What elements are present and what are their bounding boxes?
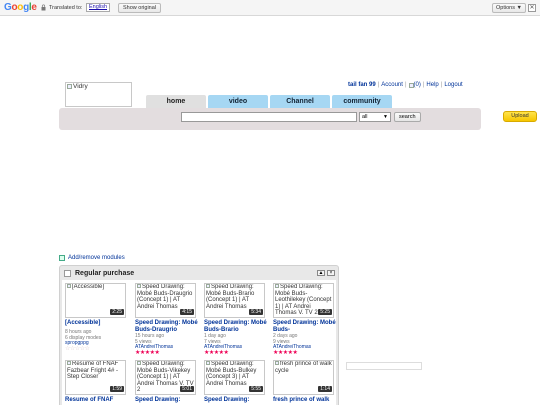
module-minimize-icon[interactable]: ▲ — [317, 270, 325, 276]
video-card[interactable]: Speed Drawing: Mobé Buds-Draugrio (Conce… — [135, 283, 199, 357]
broken-image-icon — [275, 284, 279, 289]
duration-badge: 2:25 — [110, 309, 124, 315]
username-link[interactable]: tail fan 99 — [348, 82, 376, 88]
upload-button[interactable]: Upload — [503, 111, 537, 122]
module-title: Regular purchase — [75, 270, 135, 277]
thumbnail-alt-text: Speed Drawing: Mobé Buds-Bulkey (Concept… — [206, 361, 257, 387]
video-card[interactable]: [Accessible] 2:25 [Accessible] 8 hours a… — [65, 283, 129, 357]
translate-bar: Google Translated to: English Show origi… — [0, 0, 540, 16]
broken-image-icon — [206, 284, 210, 289]
duration-badge: 5:55 — [249, 386, 263, 392]
site-logo[interactable]: Vidry — [65, 82, 132, 107]
module-close-icon[interactable]: × — [327, 270, 335, 276]
video-title[interactable]: Speed Drawing: — [135, 397, 199, 404]
video-thumbnail[interactable]: Speed Drawing: Mobé Buds-Bulkey (Concept… — [204, 360, 265, 395]
video-title[interactable]: Speed Drawing: Mobé Buds-Brario — [204, 320, 268, 333]
search-bar: all ▼ search Upload — [59, 108, 537, 130]
logo-alt-text: Vidry — [73, 83, 88, 90]
broken-image-icon — [67, 84, 72, 89]
duration-badge: 4:15 — [180, 309, 194, 315]
video-thumbnail[interactable]: Resume of FNAF Fazbear Fright 4# - Step … — [65, 360, 126, 395]
video-title[interactable]: Speed Drawing: Mobé Buds- — [273, 320, 337, 333]
video-thumbnail[interactable]: [Accessible] 2:25 — [65, 283, 126, 318]
account-link[interactable]: Account — [381, 82, 403, 88]
modules-icon — [59, 255, 65, 261]
video-title[interactable]: Resume of FNAF — [65, 397, 129, 404]
duration-badge: 5:34 — [249, 309, 263, 315]
video-grid: [Accessible] 2:25 [Accessible] 8 hours a… — [62, 280, 336, 405]
broken-image-icon — [137, 284, 141, 289]
nav-separator: | — [422, 82, 425, 88]
main-tabs: home video Channel community — [146, 95, 392, 108]
broken-image-icon — [67, 361, 71, 366]
inbox-count-link[interactable]: (0) — [414, 82, 421, 88]
google-logo[interactable]: Google — [4, 2, 37, 13]
video-title[interactable]: Speed Drawing: — [204, 397, 268, 404]
video-title[interactable]: fresh prince of walk — [273, 397, 337, 404]
thumbnail-alt-text: Speed Drawing: Mobé Buds-Draugrio (Conce… — [137, 284, 193, 310]
thumbnail-alt-text: [Accessible] — [72, 284, 105, 290]
video-thumbnail[interactable]: Speed Drawing: Mobé Buds-Draugrio (Conce… — [135, 283, 196, 318]
duration-badge: 1:59 — [110, 386, 124, 392]
nav-separator: | — [377, 82, 380, 88]
rating-stars: ☆☆☆☆☆ — [65, 346, 90, 352]
search-scope-select[interactable]: all ▼ — [359, 112, 391, 122]
tab-channel[interactable]: Channel — [270, 95, 330, 108]
logout-link[interactable]: Logout — [444, 82, 462, 88]
user-nav: tail fan 99 | Account | (0) | Help | Log… — [348, 82, 463, 88]
options-button[interactable]: Options ▼ — [492, 3, 526, 13]
thumbnail-alt-text: Resume of FNAF Fazbear Fright 4# - Step … — [67, 361, 119, 380]
show-original-button[interactable]: Show original — [118, 3, 162, 13]
duration-badge: 5:25 — [318, 309, 332, 315]
regular-purchase-module: Regular purchase ▲ × [Accessible] 2:25 [… — [59, 265, 339, 405]
tab-community[interactable]: community — [332, 95, 392, 108]
video-thumbnail[interactable]: Speed Drawing: Mobé Buds-Leothilekey (Co… — [273, 283, 334, 318]
thumbnail-alt-text: fresh prince of walk cycle — [275, 361, 332, 374]
video-thumbnail[interactable]: fresh prince of walk cycle 1:14 — [273, 360, 334, 395]
video-card[interactable]: fresh prince of walk cycle 1:14 fresh pr… — [273, 360, 337, 405]
sidebar-empty-module — [346, 362, 422, 370]
video-title[interactable]: Speed Drawing: Mobé Buds-Draugrio — [135, 320, 199, 333]
close-icon[interactable]: ✕ — [528, 4, 536, 12]
duration-badge: 1:14 — [318, 386, 332, 392]
module-header: Regular purchase ▲ × — [64, 268, 336, 279]
search-button[interactable]: search — [394, 112, 421, 122]
video-thumbnail[interactable]: Speed Drawing: Mobé Buds-Vikekey (Concep… — [135, 360, 196, 395]
add-remove-modules-link[interactable]: Add/remove modules — [59, 255, 125, 261]
thumbnail-alt-text: Speed Drawing: Mobé Buds-Brario (Concept… — [206, 284, 255, 310]
modules-link-label: Add/remove modules — [68, 255, 125, 261]
broken-image-icon — [137, 361, 141, 366]
module-collapse-icon[interactable] — [64, 270, 71, 277]
rating-stars: ★★★★★ — [273, 350, 298, 356]
search-input[interactable] — [181, 112, 357, 122]
search-scope-value: all — [362, 114, 368, 120]
nav-separator: | — [404, 82, 407, 88]
tab-home[interactable]: home — [146, 95, 206, 108]
video-thumbnail[interactable]: Speed Drawing: Mobé Buds-Brario (Concept… — [204, 283, 265, 318]
broken-image-icon — [67, 284, 71, 289]
lock-icon — [41, 4, 46, 11]
tab-video[interactable]: video — [208, 95, 268, 108]
video-card[interactable]: Speed Drawing: Mobé Buds-Brario (Concept… — [204, 283, 268, 357]
broken-image-icon — [206, 361, 210, 366]
translated-to-label: Translated to: — [49, 4, 83, 11]
rating-stars: ★★★★★ — [204, 350, 229, 356]
video-card[interactable]: Speed Drawing: Mobé Buds-Bulkey (Concept… — [204, 360, 268, 405]
video-card[interactable]: Speed Drawing: Mobé Buds-Vikekey (Concep… — [135, 360, 199, 405]
broken-image-icon — [275, 361, 279, 366]
target-language-select[interactable]: English — [86, 3, 111, 12]
chevron-down-icon: ▼ — [383, 114, 388, 120]
nav-separator: | — [440, 82, 443, 88]
video-title[interactable]: [Accessible] — [65, 320, 129, 327]
rating-stars: ★★★★★ — [135, 350, 160, 356]
help-link[interactable]: Help — [426, 82, 438, 88]
duration-badge: 5:01 — [180, 386, 194, 392]
video-card[interactable]: Speed Drawing: Mobé Buds-Leothilekey (Co… — [273, 283, 337, 357]
video-card[interactable]: Resume of FNAF Fazbear Fright 4# - Step … — [65, 360, 129, 405]
